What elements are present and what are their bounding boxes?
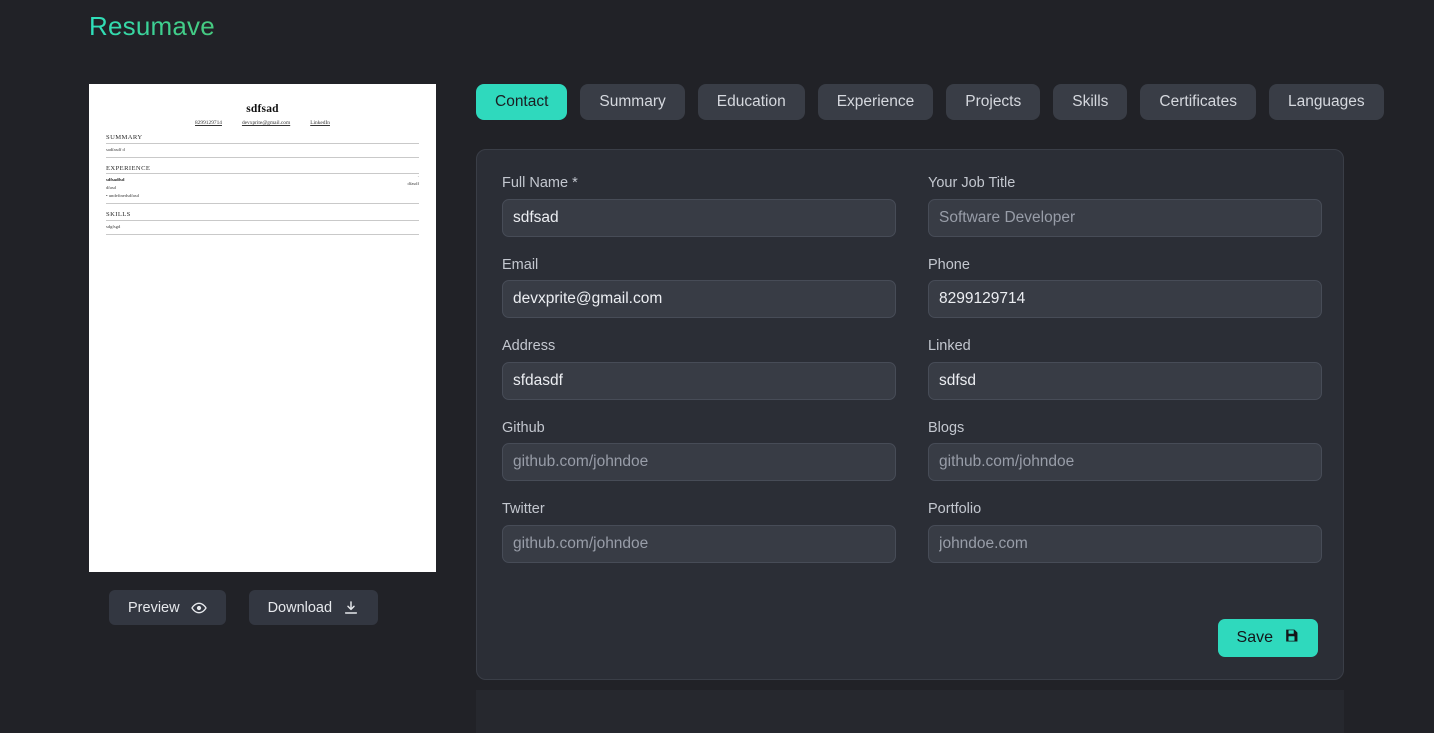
resume-summary-text: sadfasdf d: [106, 146, 125, 152]
page-bottom-band: [476, 690, 1344, 733]
field-label-github: Github: [502, 419, 545, 436]
tab-education[interactable]: Education: [697, 84, 805, 120]
field-blogs: Blogs: [928, 419, 1322, 481]
resume-section-title-skills: SKILLS: [106, 211, 131, 218]
resume-experience-entry: sdfsadfsd dfasd - dfasdf: [106, 174, 419, 190]
resume-divider: [106, 142, 419, 144]
save-icon: [1284, 628, 1299, 648]
portfolio-input[interactable]: [928, 524, 1322, 563]
contact-form-grid: Full Name * Your Job Title Email Phone A…: [502, 176, 1322, 563]
field-label-phone: Phone: [928, 256, 970, 273]
field-label-twitter: Twitter: [502, 501, 545, 517]
field-address: Address: [502, 339, 896, 400]
resume-preview-panel: sdfsad 8299129714 devxprite@gmail.com Li…: [89, 84, 436, 572]
preview-button-label: Preview: [128, 599, 180, 616]
resume-section-title-experience: EXPERIENCE: [106, 164, 151, 172]
resume-divider: [106, 156, 419, 158]
resume-contact-links: 8299129714 devxprite@gmail.com LinkedIn: [106, 120, 419, 126]
resume-document[interactable]: sdfsad 8299129714 devxprite@gmail.com Li…: [89, 84, 436, 572]
resume-divider: [106, 203, 419, 204]
field-job-title: Your Job Title: [928, 176, 1322, 237]
resume-experience-role: sdfsadfsd: [106, 177, 125, 182]
field-label-blogs: Blogs: [928, 419, 965, 436]
full-name-input[interactable]: [502, 198, 896, 237]
app-root: Resumave sdfsad 8299129714 devxprite@gma…: [0, 0, 1434, 733]
resume-divider: [106, 233, 419, 235]
tab-experience[interactable]: Experience: [817, 84, 934, 120]
tab-skills[interactable]: Skills: [1053, 84, 1128, 120]
field-full-name: Full Name *: [502, 176, 896, 237]
resume-divider: [106, 219, 419, 221]
resume-experience-bullet: • undefinedsdfasd: [106, 193, 139, 198]
blogs-input[interactable]: [928, 443, 1322, 481]
resume-experience-company: dfasd: [106, 185, 116, 190]
field-github: Github: [502, 419, 896, 481]
resume-link-phone[interactable]: 8299129714: [195, 120, 222, 126]
field-label-email: Email: [502, 256, 539, 273]
field-linkedin: Linked: [928, 339, 1322, 400]
address-input[interactable]: [502, 361, 896, 400]
field-label-address: Address: [502, 338, 556, 354]
resume-section-title-summary: SUMMARY: [106, 134, 143, 141]
email-input[interactable]: [502, 280, 896, 318]
download-icon: [343, 600, 359, 616]
save-button-label: Save: [1236, 629, 1273, 646]
resume-link-email[interactable]: devxprite@gmail.com: [242, 120, 290, 126]
resume-link-linkedin[interactable]: LinkedIn: [310, 120, 330, 126]
github-input[interactable]: [502, 443, 896, 481]
field-email: Email: [502, 256, 896, 318]
app-logo[interactable]: Resumave: [89, 11, 215, 42]
field-label-linkedin: Linked: [928, 338, 971, 354]
field-label-full-name: Full Name *: [502, 175, 578, 191]
save-button[interactable]: Save: [1217, 619, 1318, 657]
tab-languages[interactable]: Languages: [1268, 84, 1384, 120]
section-tabs: Contact Summary Education Experience Pro…: [476, 84, 1384, 120]
field-phone: Phone: [928, 256, 1322, 318]
field-twitter: Twitter: [502, 502, 896, 563]
resume-name: sdfsad: [246, 103, 279, 115]
linkedin-input[interactable]: [928, 361, 1322, 400]
download-button[interactable]: Download: [248, 590, 379, 625]
field-portfolio: Portfolio: [928, 502, 1322, 563]
tab-contact[interactable]: Contact: [476, 84, 568, 120]
field-label-job-title: Your Job Title: [928, 175, 1016, 191]
eye-icon: [190, 600, 207, 616]
tab-certificates[interactable]: Certificates: [1140, 84, 1256, 120]
field-label-portfolio: Portfolio: [928, 501, 982, 517]
tab-summary[interactable]: Summary: [580, 84, 685, 120]
resume-actions: Preview Download: [109, 590, 379, 625]
preview-button[interactable]: Preview: [109, 590, 226, 625]
phone-input[interactable]: [928, 280, 1322, 318]
job-title-input[interactable]: [928, 198, 1322, 237]
download-button-label: Download: [267, 599, 333, 616]
contact-form-card: Full Name * Your Job Title Email Phone A…: [476, 149, 1344, 680]
save-row: Save: [1217, 619, 1318, 657]
resume-skills-text: sdgfsgd: [106, 223, 121, 229]
tab-projects[interactable]: Projects: [946, 84, 1041, 120]
resume-experience-date: dfasdf: [407, 181, 419, 186]
resume-experience-date-dash: -: [417, 174, 419, 178]
twitter-input[interactable]: [502, 524, 896, 563]
